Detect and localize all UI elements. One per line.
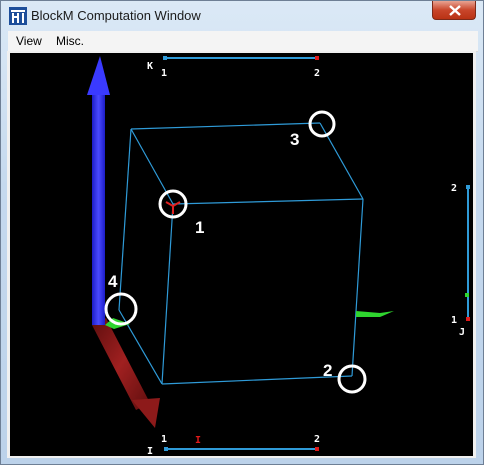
k-axis-arrow (87, 56, 110, 325)
window-title: BlockM Computation Window (31, 8, 201, 23)
3d-viewport[interactable]: 1 2 3 4 K 1 2 I 1 2 I 2 1 J (10, 53, 473, 456)
edge (118, 128, 132, 311)
i-axis-arrow (92, 318, 160, 428)
j-axis-arrow (105, 311, 394, 329)
vertex-label-4: 4 (108, 272, 118, 291)
title-bar[interactable]: BlockM Computation Window (1, 1, 483, 30)
k-axis-letter: K (147, 61, 153, 72)
i-axis-letter: I (147, 446, 153, 456)
vertex-label-2: 2 (323, 361, 332, 380)
k-slider[interactable]: K 1 2 (147, 56, 320, 79)
vertex-marker-3[interactable]: 3 (290, 110, 336, 149)
close-button[interactable] (432, 1, 476, 20)
vertex-marker-1[interactable]: 1 (158, 189, 204, 237)
block-wireframe (118, 122, 364, 385)
j-slider-min: 1 (451, 315, 457, 326)
block-scene: 1 2 3 4 K 1 2 I 1 2 I 2 1 J (87, 56, 470, 456)
vertex-label-3: 3 (290, 130, 299, 149)
edge (119, 310, 352, 376)
j-slider-max: 2 (451, 183, 457, 194)
i-slider-max: 2 (314, 434, 320, 445)
menu-bar: View Misc. (8, 31, 478, 52)
k-slider-max: 2 (314, 68, 320, 79)
edge (351, 198, 364, 377)
j-axis-letter: J (459, 327, 465, 338)
menu-misc[interactable]: Misc. (56, 34, 84, 48)
edge (161, 203, 174, 385)
close-icon (449, 5, 461, 16)
edge (130, 122, 321, 130)
i-slider-min: 1 (161, 434, 167, 445)
blockmesh-app-icon (9, 7, 27, 25)
j-slider[interactable]: 2 1 J (451, 183, 470, 338)
i-slider[interactable]: I 1 2 I (147, 434, 320, 456)
j-slider-thumb[interactable] (465, 293, 469, 297)
edge (172, 198, 364, 205)
vertex-label-1: 1 (195, 218, 204, 237)
k-slider-min: 1 (161, 68, 167, 79)
menu-view[interactable]: View (16, 34, 42, 48)
i-slider-current: I (195, 435, 201, 446)
